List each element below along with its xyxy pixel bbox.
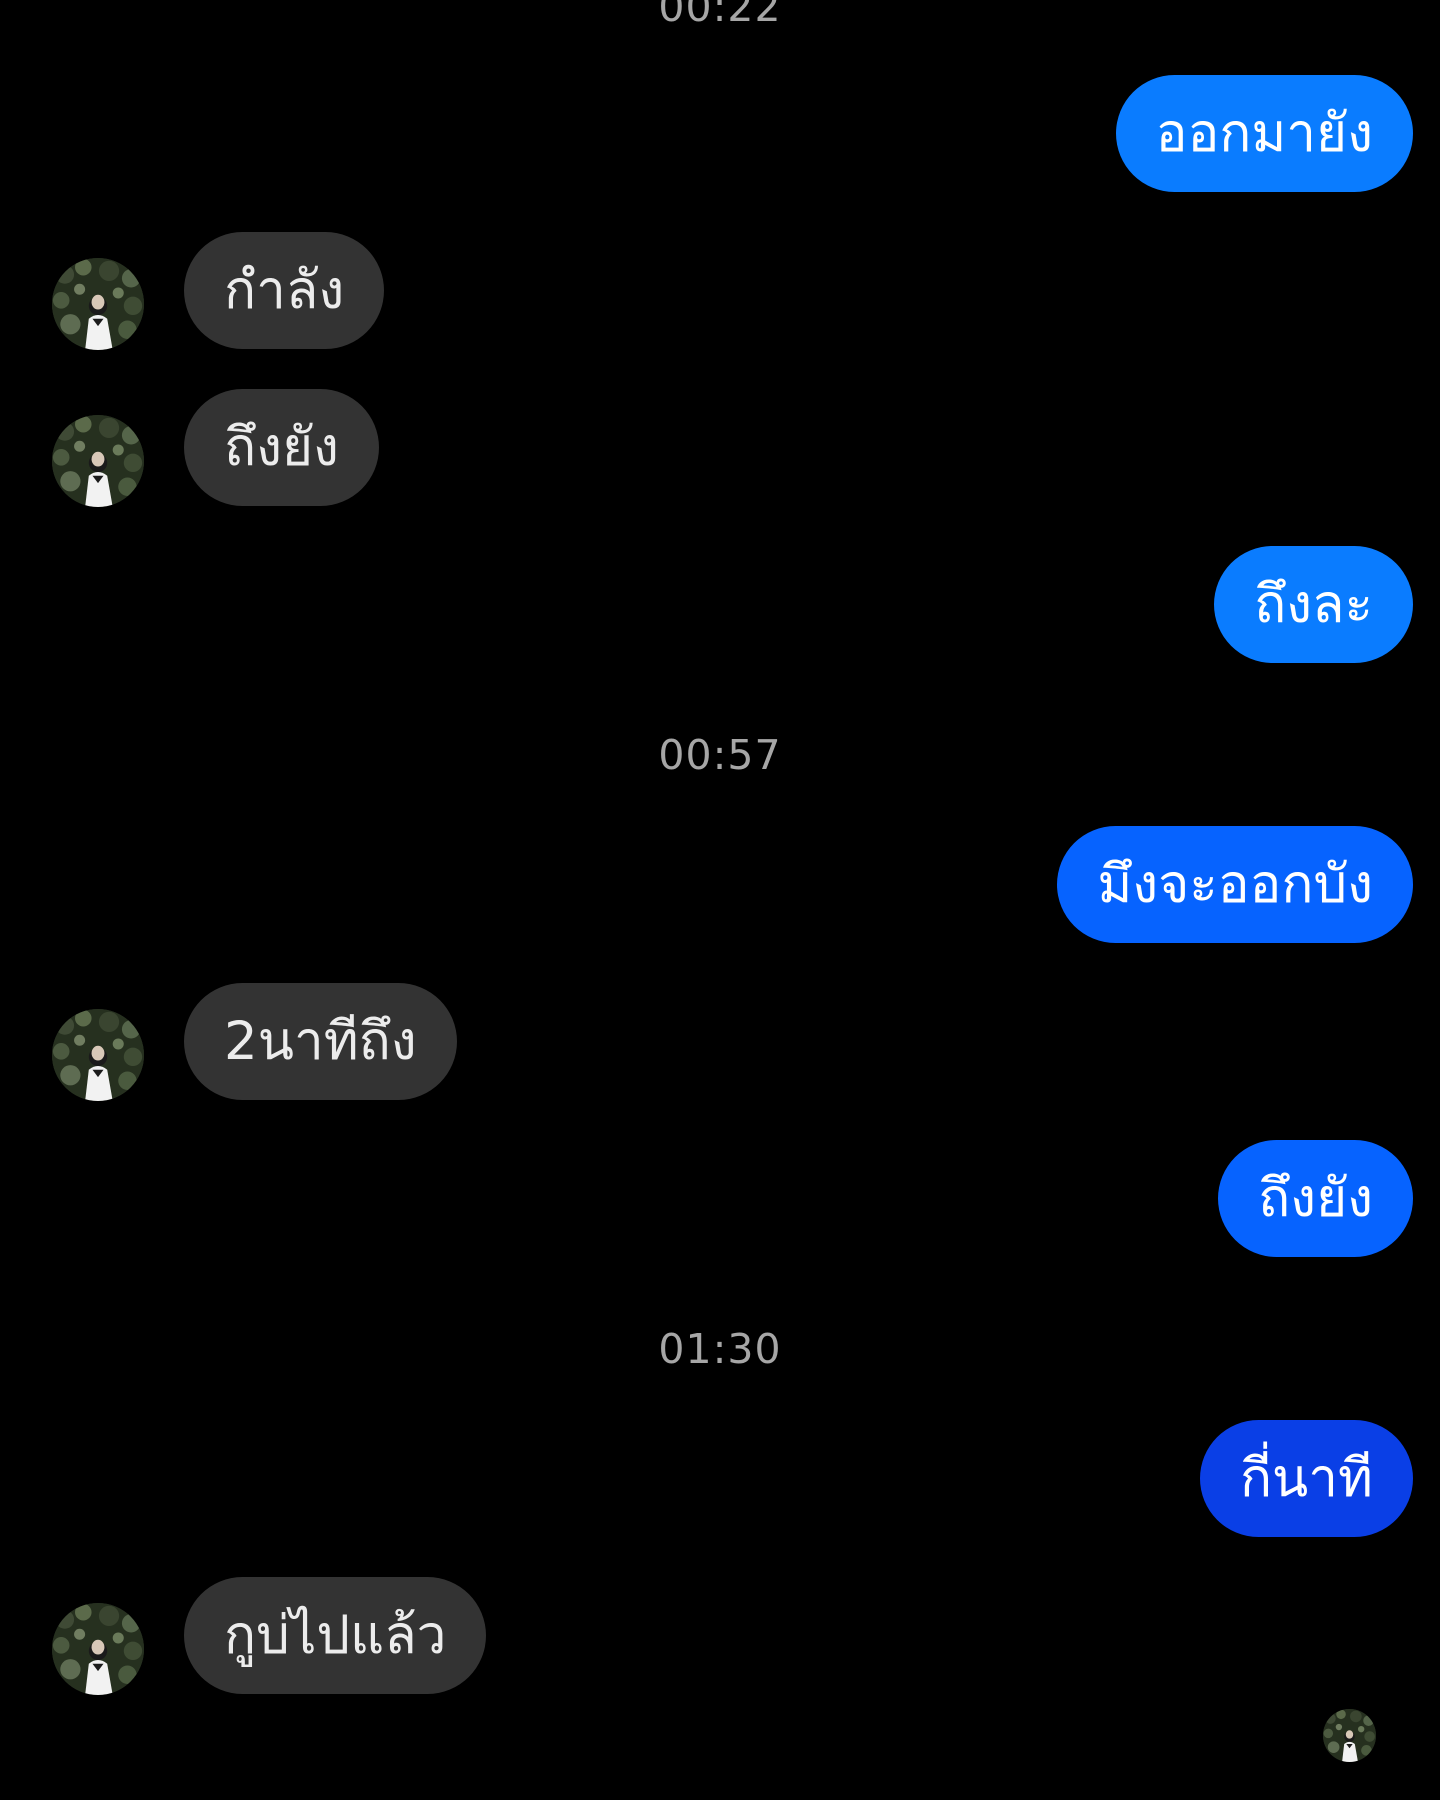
message-bubble-sent[interactable]: ถึงยัง — [1218, 1140, 1413, 1257]
message-bubble-sent[interactable]: กี่นาที — [1199, 1420, 1413, 1537]
contact-avatar[interactable] — [52, 415, 144, 507]
message-bubble-sent[interactable]: ถึงละ — [1214, 546, 1413, 663]
timestamp: 01:30 — [658, 1325, 782, 1373]
contact-avatar[interactable] — [52, 258, 144, 350]
contact-avatar[interactable] — [52, 1603, 144, 1695]
read-receipt-avatar — [1323, 1709, 1376, 1762]
message-bubble-sent[interactable]: ออกมายัง — [1115, 75, 1413, 192]
message-bubble-sent[interactable]: มึงจะออกบัง — [1057, 826, 1413, 943]
contact-avatar[interactable] — [52, 1009, 144, 1101]
timestamp: 00:22 — [658, 0, 782, 31]
message-bubble-received[interactable]: กำลัง — [184, 232, 385, 349]
message-bubble-received[interactable]: กูบ่ไปแล้ว — [184, 1577, 487, 1694]
message-bubble-received[interactable]: ถึงยัง — [184, 389, 379, 506]
message-bubble-received[interactable]: 2นาทีถึง — [184, 983, 457, 1100]
timestamp: 00:57 — [658, 731, 782, 779]
